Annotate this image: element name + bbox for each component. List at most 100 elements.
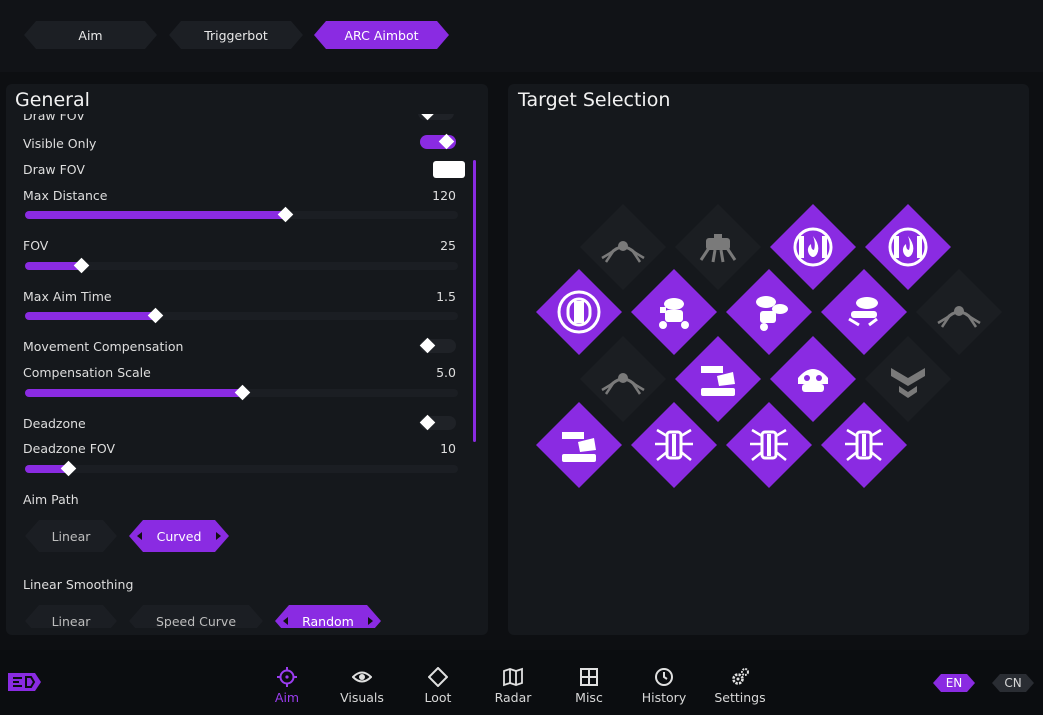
smoothing-linear-label: Linear [51,613,91,628]
wasp-drone-icon [659,298,689,329]
movement-compensation-toggle[interactable] [419,337,456,354]
draw-fov-label: Draw FOV [23,162,85,177]
rank-chevron-icon [891,368,925,398]
diamond-icon [428,667,448,687]
chevron-right-icon [216,532,221,540]
nav-misc[interactable]: Misc [557,667,621,705]
compensation-scale-slider-thumb[interactable] [234,384,250,401]
draw-fov-color-swatch[interactable] [433,161,465,178]
fov-slider-thumb[interactable] [74,257,90,274]
chevron-right-icon [368,617,373,625]
fov-label: FOV [23,238,49,253]
crosshair-icon [277,667,297,687]
nav-history[interactable]: History [632,667,696,705]
aim-path-curved-button[interactable]: Curved [129,520,229,552]
lang-cn-label: CN [1004,676,1022,690]
aim-path-curved-label: Curved [156,528,202,544]
deadzone-toggle[interactable] [419,414,456,431]
movement-compensation-label: Movement Compensation [23,339,184,354]
max-aim-time-slider[interactable] [25,307,458,324]
compensation-scale-label: Compensation Scale [23,365,151,380]
tick-icon [750,428,788,461]
nav-history-label: History [641,690,687,705]
tick-icon [655,428,693,461]
deadzone-label: Deadzone [23,416,86,431]
smoothing-speed-curve-label: Speed Curve [155,613,237,628]
spider-drone-icon [601,373,645,395]
target-selection-title: Target Selection [518,89,671,111]
max-distance-label: Max Distance [23,188,108,203]
flying-drone-icon [848,297,878,327]
max-distance-slider[interactable] [25,206,458,223]
tab-triggerbot[interactable]: Triggerbot [169,21,303,49]
grid-icon [580,668,598,686]
partial-toggle[interactable] [418,114,454,121]
tick-icon [845,428,883,461]
flame-sphere-icon [888,227,928,267]
max-distance-value: 120 [432,188,456,203]
nav-settings[interactable]: Settings [708,667,772,705]
smoothing-random-label: Random [302,613,354,628]
nav-radar[interactable]: Radar [481,667,545,705]
turret-icon [701,366,735,396]
top-tab-bar: Aim Triggerbot ARC Aimbot [0,0,1043,72]
compensation-scale-value: 5.0 [436,365,456,380]
clock-icon [655,668,673,686]
gears-icon [732,668,749,685]
max-distance-slider-fill [25,211,285,219]
spider-drone-icon [601,241,645,263]
deadzone-fov-slider-thumb[interactable] [61,460,77,477]
visible-only-toggle[interactable] [420,133,456,150]
nav-aim[interactable]: Aim [255,667,319,705]
deadzone-fov-label: Deadzone FOV [23,441,116,456]
draw-fov-partial-label: Draw FOV [23,114,85,123]
hornet-drone-icon [756,296,788,331]
turret-icon [562,432,596,462]
helmet-drone-icon [798,369,828,392]
lang-en-label: EN [945,676,963,690]
aim-path-linear-label: Linear [51,528,91,544]
smoothing-speed-curve-button[interactable]: Speed Curve [129,605,263,628]
tab-aim-label: Aim [78,27,103,43]
aim-path-linear-button[interactable]: Linear [25,520,117,552]
max-distance-slider-thumb[interactable] [277,206,294,223]
fov-slider[interactable] [25,257,458,274]
deadzone-fov-slider[interactable] [25,460,458,477]
nav-visuals-label: Visuals [340,690,384,705]
general-title: General [15,89,90,111]
crab-drone-icon [699,234,737,263]
max-aim-time-slider-thumb[interactable] [147,307,164,324]
fov-slider-fill [25,262,82,270]
nav-loot[interactable]: Loot [406,667,470,705]
general-settings-list[interactable]: Draw FOV Visible Only Draw FOV Max Dista… [8,114,478,628]
chevron-left-icon [137,532,142,540]
max-aim-time-label: Max Aim Time [23,289,112,304]
nav-misc-label: Misc [575,690,603,705]
general-scrollbar[interactable] [473,160,476,442]
nav-loot-label: Loot [424,690,452,705]
nav-visuals[interactable]: Visuals [330,667,394,705]
fov-value: 25 [440,238,456,253]
compensation-scale-slider[interactable] [25,384,458,401]
sphere-icon [557,290,601,334]
visible-only-label: Visible Only [23,136,97,151]
chevron-left-icon [283,617,288,625]
nav-aim-label: Aim [274,690,300,705]
nav-settings-label: Settings [714,690,766,705]
tab-arc-aimbot[interactable]: ARC Aimbot [314,21,449,49]
tab-aim[interactable]: Aim [24,21,157,49]
compensation-scale-slider-fill [25,389,242,397]
target-selection-panel [508,84,1029,635]
eye-icon [352,671,372,683]
smoothing-linear-button[interactable]: Linear [25,605,117,628]
flame-sphere-icon [793,227,833,267]
max-aim-time-slider-fill [25,312,155,320]
max-aim-time-value: 1.5 [436,289,456,304]
tab-arc-aimbot-label: ARC Aimbot [344,27,419,43]
lang-cn-button[interactable]: CN [992,674,1034,692]
smoothing-random-button[interactable]: Random [275,605,381,628]
lang-en-button[interactable]: EN [933,674,975,692]
brand-logo-icon [8,673,41,691]
spider-drone-icon [937,306,981,328]
tab-triggerbot-label: Triggerbot [204,27,268,43]
